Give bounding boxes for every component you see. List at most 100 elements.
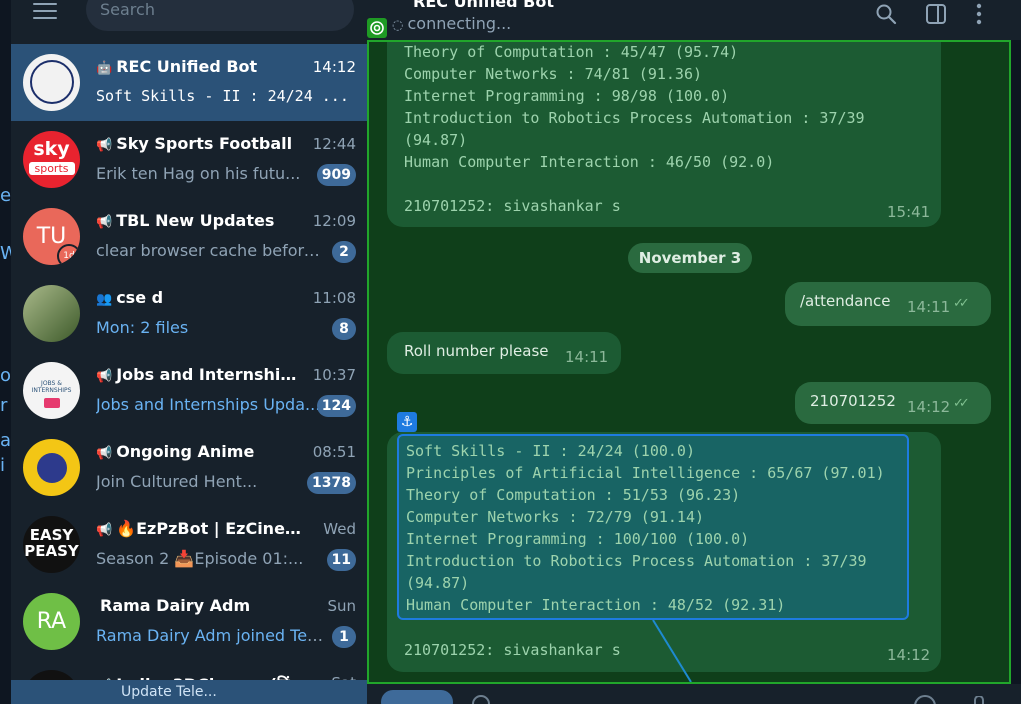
chat-title: 📢 🔥EzPzBot | EzCinema: [96, 519, 306, 538]
message-line: Principles of Artificial Intelligence : …: [406, 464, 885, 482]
bot-message-bubble[interactable]: Theory of Computation : 45/47 (95.74) Com…: [387, 42, 941, 227]
chat-list-item[interactable]: 👥 cse d 11:08 Mon: 2 files 8: [11, 275, 367, 352]
chat-header: REC Unified Bot ◌ connecting...: [367, 0, 1021, 40]
chat-title-text: TBL New Updates: [116, 211, 275, 230]
edge-glyph: e: [0, 185, 11, 206]
chat-preview: Soft Skills - II : 24/24 ...: [96, 87, 349, 105]
message-line: Theory of Computation : 45/47 (95.74): [404, 43, 739, 61]
message-line: (94.87): [406, 574, 470, 592]
message-line: Introduction to Robotics Process Automat…: [406, 552, 867, 570]
chat-avatar: sky sports: [23, 131, 80, 188]
chat-avatar: [23, 285, 80, 342]
message-text: Roll number please: [404, 342, 549, 360]
anchor-icon: ⚓: [397, 412, 417, 432]
hamburger-menu-icon[interactable]: [33, 3, 57, 21]
message-line: (94.87): [404, 131, 468, 149]
chat-avatar: RA: [23, 593, 80, 650]
channel-icon: 📢: [96, 138, 113, 153]
chat-time: 10:37: [312, 366, 356, 384]
group-icon: 👥: [96, 292, 113, 307]
chat-title: 📢Jobs and Internships U...: [96, 365, 306, 384]
message-time: 14:11: [907, 298, 951, 316]
chat-list-item[interactable]: 📢 Ongoing Anime 08:51 Join Cultured Hent...…: [11, 429, 367, 506]
channel-icon: 📢: [96, 369, 113, 384]
unread-badge: 2: [332, 241, 356, 263]
unread-badge: 909: [316, 164, 356, 186]
channel-icon: 📢: [96, 446, 113, 461]
update-telegram-button[interactable]: Update Tele...: [11, 680, 367, 704]
message-time: 15:41: [887, 203, 931, 221]
message-line: Human Computer Interaction : 46/50 (92.0…: [404, 153, 775, 171]
status-text: connecting...: [407, 14, 512, 33]
chat-preview: clear browser cache before ...: [96, 241, 324, 260]
edge-glyph: o: [0, 365, 11, 386]
chat-time: 12:44: [312, 135, 356, 153]
message-footer: 210701252: sivashankar s: [404, 197, 621, 215]
chat-title: 🤖 REC Unified Bot: [96, 57, 306, 76]
chat-avatar: TU 1d: [23, 208, 80, 265]
chat-list-item[interactable]: RA Rama Dairy Adm Sun Rama Dairy Adm joined…: [11, 583, 367, 660]
chat-list-item[interactable]: EASY PEASY 📢 🔥EzPzBot | EzCinema Wed Season 2…: [11, 506, 367, 583]
chat-list-item[interactable]: JOBS & INTERNSHIPS 📢 Jobs and Internships …: [11, 352, 367, 429]
outgoing-message-bubble[interactable]: /attendance 14:11 ✓✓: [785, 282, 991, 326]
message-line: Computer Networks : 74/81 (91.36): [404, 65, 703, 83]
chat-avatar: JOBS & INTERNSHIPS: [23, 362, 80, 419]
unread-badge: 124: [316, 395, 356, 417]
message-time: 14:12: [907, 398, 951, 416]
chat-list-item[interactable]: TU 1d 📢 TBL New Updates 12:09 clear browser c…: [11, 198, 367, 275]
message-time: 14:11: [565, 348, 609, 366]
message-text: Theory of Computation : 45/47 (95.74) Com…: [404, 42, 865, 173]
message-text: 210701252: [810, 392, 896, 410]
message-line: Internet Programming : 98/98 (100.0): [404, 87, 730, 105]
spinner-icon: ◌: [392, 18, 408, 33]
bot-icon: 🤖: [96, 61, 113, 76]
unread-badge: 8: [332, 318, 356, 340]
channel-icon: 📢: [96, 215, 113, 230]
chat-preview: Erik ten Hag on his futu...: [96, 164, 301, 183]
microphone-icon[interactable]: [971, 696, 987, 704]
search-input[interactable]: Search: [86, 0, 354, 31]
sidebar-toggle-icon[interactable]: [924, 2, 948, 26]
message-line: Introduction to Robotics Process Automat…: [404, 109, 865, 127]
emoji-icon[interactable]: [913, 694, 937, 704]
message-line: Theory of Computation : 51/53 (96.23): [406, 486, 741, 504]
message-text: Soft Skills - II : 24/24 (100.0) Principl…: [406, 440, 885, 616]
message-footer: 210701252: sivashankar s: [404, 641, 621, 659]
chat-avatar: [23, 439, 80, 496]
chat-panel: REC Unified Bot ◌ connecting... Theory o…: [367, 0, 1021, 704]
chat-avatar: EASY PEASY: [23, 516, 80, 573]
chat-time: 11:08: [312, 289, 356, 307]
composer-action-button[interactable]: [381, 690, 453, 704]
chat-title: 📢 TBL New Updates: [96, 211, 306, 230]
message-time: 14:12: [887, 646, 931, 664]
message-composer: [367, 684, 1021, 704]
more-options-icon[interactable]: [967, 2, 991, 26]
connection-status: ◌ connecting...: [392, 14, 511, 33]
unread-badge: 1: [332, 626, 356, 648]
chat-title[interactable]: REC Unified Bot: [413, 0, 554, 11]
chat-list-item[interactable]: sky sports 📢 Sky Sports Football 12:44 Erik t…: [11, 121, 367, 198]
read-checkmarks-icon: ✓✓: [953, 396, 970, 411]
chat-title: 👥 cse d: [96, 288, 306, 307]
bot-message-bubble[interactable]: Roll number please 14:11: [387, 332, 621, 374]
sidebar-topbar: Search: [11, 0, 367, 44]
message-line: Soft Skills - II : 24/24 (100.0): [406, 442, 695, 460]
message-area[interactable]: Theory of Computation : 45/47 (95.74) Com…: [367, 40, 1011, 684]
unread-badge: 11: [326, 549, 356, 571]
chat-time: 14:12: [312, 58, 356, 76]
message-line: Computer Networks : 72/79 (91.14): [406, 508, 705, 526]
edge-glyph: a: [0, 430, 11, 451]
attach-icon[interactable]: [471, 694, 491, 704]
chat-preview: Mon: 2 files: [96, 318, 189, 337]
unread-badge: 1378: [307, 472, 356, 494]
chat-title-text: cse d: [116, 288, 164, 307]
date-separator: November 3: [628, 243, 752, 273]
outgoing-message-bubble[interactable]: 210701252 14:12 ✓✓: [795, 382, 991, 424]
background-window-edge: e Worai: [0, 0, 11, 704]
chat-title-text: Sky Sports Football: [116, 134, 293, 153]
search-icon[interactable]: [874, 2, 898, 26]
chat-avatar: [23, 54, 80, 111]
edge-glyph: i: [0, 455, 6, 476]
chat-list-item[interactable]: 🤖 REC Unified Bot 14:12 Soft Skills - II : …: [11, 44, 367, 121]
selected-text-region[interactable]: Soft Skills - II : 24/24 (100.0) Principl…: [397, 434, 909, 620]
